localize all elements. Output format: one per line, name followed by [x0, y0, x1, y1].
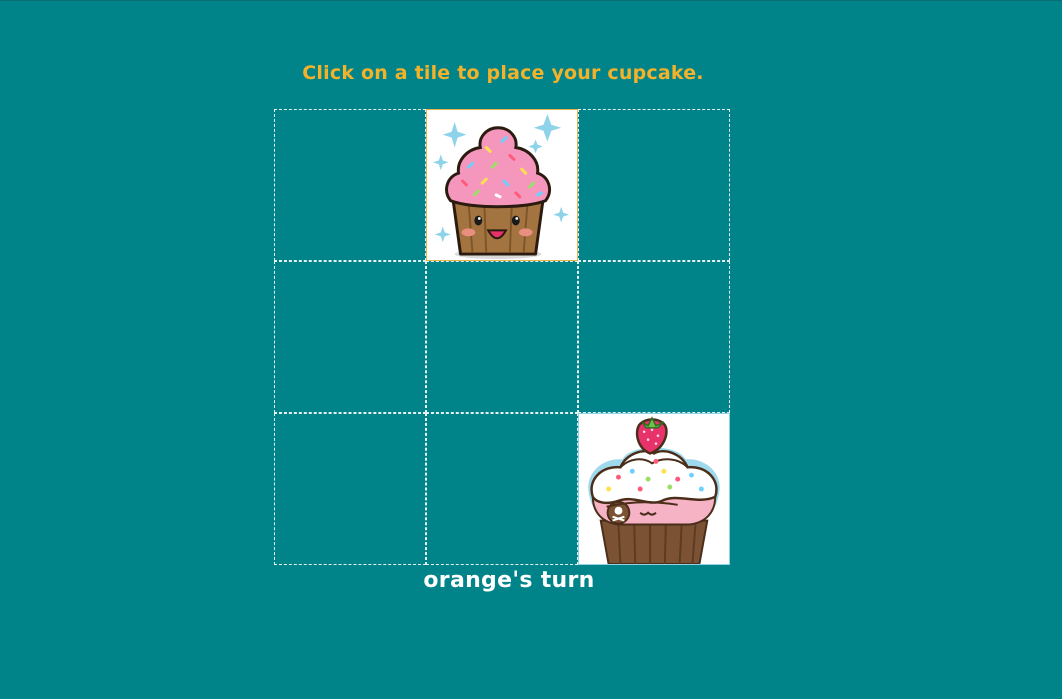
- tile-4[interactable]: [274, 261, 426, 413]
- top-border: [0, 0, 1062, 1]
- tile-6[interactable]: [578, 261, 730, 413]
- tile-2[interactable]: [426, 109, 578, 261]
- tile-1[interactable]: [274, 109, 426, 261]
- tile-3[interactable]: [578, 109, 730, 261]
- turn-status: orange's turn: [423, 568, 595, 593]
- instructions-text: Click on a tile to place your cupcake.: [302, 62, 704, 84]
- strawberry-cupcake-icon: [588, 416, 720, 564]
- game-board: [274, 109, 730, 565]
- smiling-cupcake-icon: [432, 113, 570, 260]
- tile-8[interactable]: [426, 413, 578, 565]
- tile-5[interactable]: [426, 261, 578, 413]
- tile-7[interactable]: [274, 413, 426, 565]
- tile-9[interactable]: [578, 413, 730, 565]
